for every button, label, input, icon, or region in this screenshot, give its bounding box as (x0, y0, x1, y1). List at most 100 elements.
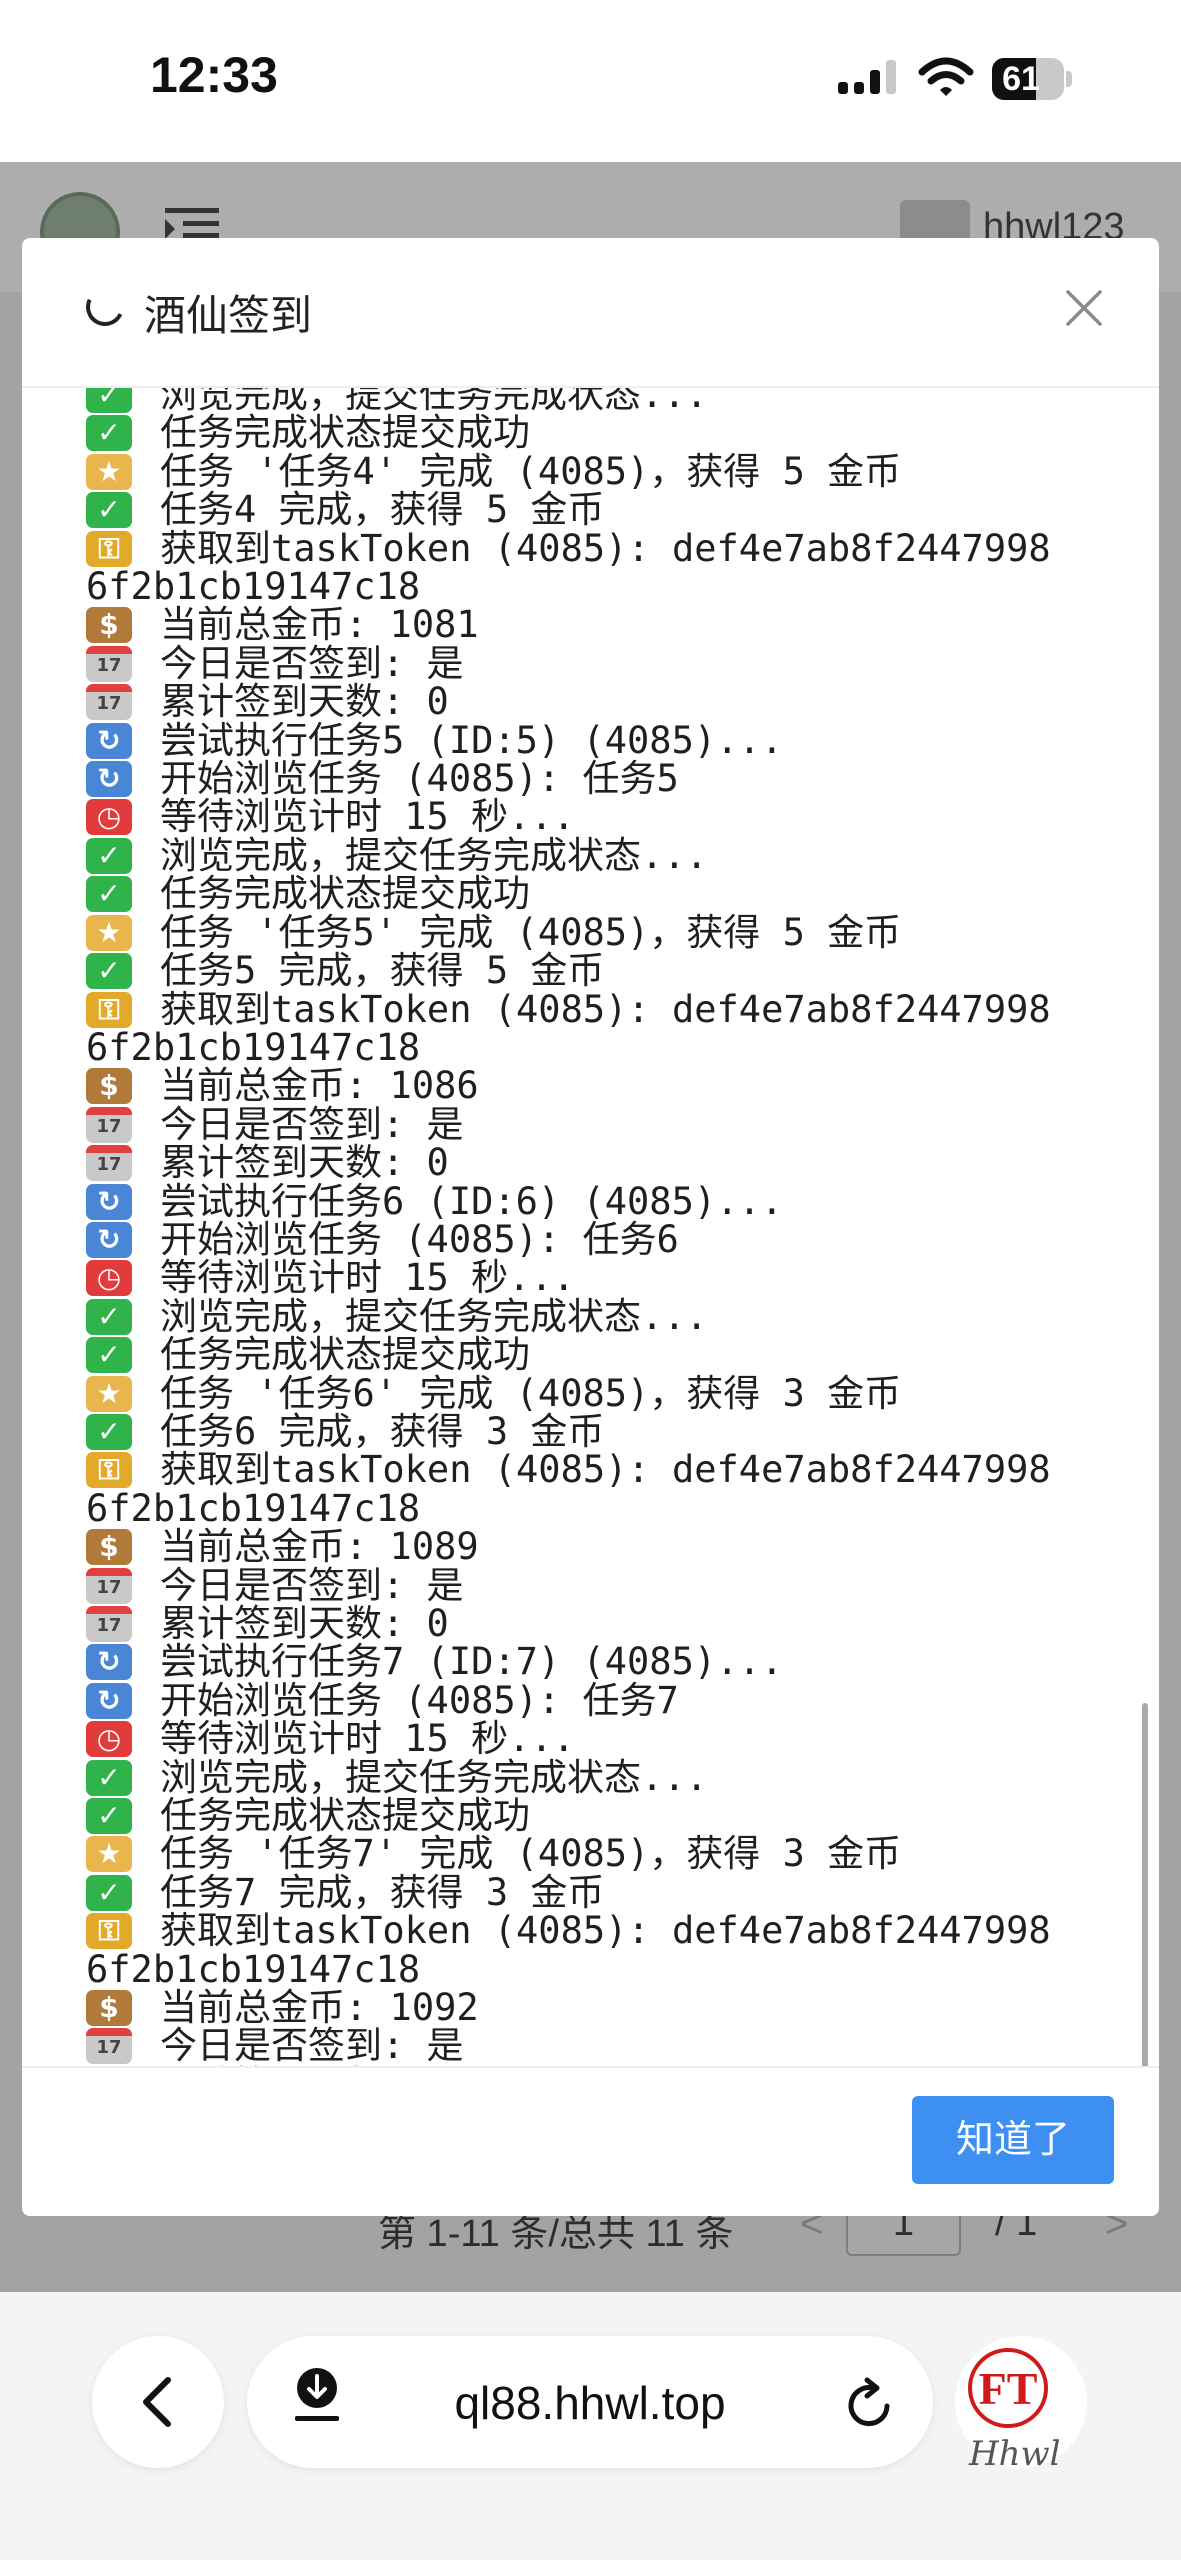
log-line: $ 当前总金币: 1081 (86, 606, 1121, 644)
log-line: 17 累计签到天数: 0 (86, 1602, 1121, 1645)
key-icon: ⚿ (86, 530, 138, 567)
check-icon: ✓ (86, 953, 138, 990)
modal-dialog: 酒仙签到 ✓ 浏览完成，提交任务完成状态... ✓ 任务完成状态提交成功 ★ 任务 '任务… (22, 238, 1159, 2216)
money-bag-icon: $ (86, 1990, 138, 2027)
log-line-text: 尝试执行任务5 (ID:5) (4085)... (160, 718, 783, 762)
log-line-text: 任务5 完成，获得 5 金币 (160, 949, 605, 993)
refresh-icon: ↻ (86, 1644, 138, 1681)
log-line: $ 当前总金币: 1089 (86, 1527, 1121, 1566)
check-icon: ✓ (86, 1759, 138, 1796)
address-bar[interactable]: ql88.hhwl.top (247, 2336, 933, 2468)
log-line: ◷ 等待浏览计时 15 秒... (86, 1259, 1121, 1297)
log-line: ✓ 任务完成状态提交成功 (86, 414, 1121, 452)
log-line: ↻ 开始浏览任务 (4085): 任务6 (86, 1220, 1121, 1259)
log-line-text: 任务 '任务6' 完成 (4085)，获得 3 金币 (160, 1371, 902, 1415)
log-line-text: 获取到taskToken (4085): def4e7ab8f2447998 (160, 1448, 1051, 1492)
log-line: 6f2b1cb19147c18 (86, 565, 1121, 609)
signal-icon (838, 60, 896, 94)
alarm-clock-icon: ◷ (86, 1260, 138, 1297)
log-line: ★ 任务 '任务4' 完成 (4085)，获得 5 金币 (86, 452, 1121, 491)
log-line: ⚿ 获取到taskToken (4085): def4e7ab8f2447998 (86, 1451, 1121, 1489)
log-line: ✓ 任务完成状态提交成功 (86, 1796, 1121, 1835)
spinner-icon (80, 282, 130, 332)
money-bag-icon: $ (86, 1529, 138, 1566)
log-line: ⚿ 获取到taskToken (4085): def4e7ab8f2447998 (86, 529, 1121, 568)
party-icon: ★ (86, 1836, 138, 1873)
log-line-text: 等待浏览计时 15 秒... (160, 1717, 575, 1761)
log-line-text: 任务6 完成，获得 3 金币 (160, 1409, 605, 1453)
log-line: ✓ 任务5 完成，获得 5 金币 (86, 949, 1121, 993)
log-line-text: 浏览完成，提交任务完成状态... (160, 833, 708, 877)
reload-icon[interactable] (843, 2376, 895, 2432)
back-button[interactable] (92, 2336, 224, 2468)
log-line-text: 任务 '任务5' 完成 (4085)，获得 5 金币 (160, 910, 902, 954)
log-line: ↻ 开始浏览任务 (4085): 任务5 (86, 757, 1121, 801)
log-line-text: 6f2b1cb19147c18 (86, 565, 421, 609)
log-line-text: 获取到taskToken (4085): def4e7ab8f2447998 (160, 1909, 1051, 1953)
log-line-text: 今日是否签到: 是 (160, 2024, 464, 2068)
log-line-text: 浏览完成，提交任务完成状态... (160, 1294, 708, 1338)
url-text[interactable]: ql88.hhwl.top (247, 2376, 933, 2430)
party-icon: ★ (86, 914, 138, 951)
calendar-icon: 17 (86, 1145, 138, 1182)
log-line: ✓ 浏览完成，提交任务完成状态... (86, 1294, 1121, 1338)
site-logo: FT (968, 2348, 1048, 2428)
check-icon: ✓ (86, 492, 138, 529)
check-icon: ✓ (86, 415, 138, 452)
log-line: 17 累计签到天数: 0 (86, 1143, 1121, 1182)
log-line: ✓ 浏览完成，提交任务完成状态... (86, 833, 1121, 877)
log-line: ⚿ 获取到taskToken (4085): def4e7ab8f2447998 (86, 987, 1121, 1031)
calendar-icon: 17 (86, 1606, 138, 1642)
ok-button[interactable]: 知道了 (912, 2096, 1114, 2184)
log-line: ★ 任务 '任务6' 完成 (4085)，获得 3 金币 (86, 1371, 1121, 1415)
party-icon: ★ (86, 453, 138, 490)
log-line-text: 获取到taskToken (4085): def4e7ab8f2447998 (160, 987, 1051, 1031)
log-line: ★ 任务 '任务7' 完成 (4085)，获得 3 金币 (86, 1835, 1121, 1873)
log-line: $ 当前总金币: 1086 (86, 1067, 1121, 1105)
site-logo-button[interactable]: FT Hhwl (955, 2336, 1087, 2474)
log-line-text: 开始浏览任务 (4085): 任务7 (160, 1678, 679, 1722)
battery-level: 61 (1002, 60, 1040, 98)
log-line: 17 今日是否签到: 是 (86, 2027, 1121, 2065)
logo-letters: FT (978, 2363, 1038, 2414)
log-line-text: 等待浏览计时 15 秒... (160, 795, 575, 839)
log-line-text: 任务完成状态提交成功 (160, 411, 530, 455)
log-line: $ 当前总金币: 1092 (86, 1986, 1121, 2030)
log-line: ✓ 任务完成状态提交成功 (86, 875, 1121, 913)
log-line-text: 等待浏览计时 15 秒... (160, 1256, 575, 1300)
close-icon[interactable] (1062, 286, 1106, 330)
log-line-text: 累计签到天数: 0 (160, 1602, 449, 1645)
log-line-text: 今日是否签到: 是 (160, 1102, 464, 1146)
chevron-left-icon (143, 2377, 171, 2427)
log-line-text: 任务完成状态提交成功 (160, 1333, 530, 1377)
log-line-text: 6f2b1cb19147c18 (86, 1025, 421, 1069)
log-line: 17 累计签到天数: 0 (86, 683, 1121, 721)
check-icon: ✓ (86, 1413, 138, 1450)
check-icon: ✓ (86, 388, 138, 413)
log-line: ⚿ 获取到taskToken (4085): def4e7ab8f2447998 (86, 1912, 1121, 1950)
log-line-text: 当前总金币: 1086 (160, 1064, 479, 1108)
refresh-icon: ↻ (86, 761, 138, 798)
browser-toolbar: ql88.hhwl.top FT Hhwl (0, 2292, 1181, 2560)
calendar-icon: 17 (86, 1106, 138, 1143)
calendar-icon: 17 (86, 645, 138, 682)
log-line-text: 累计签到天数: 0 (160, 680, 449, 724)
check-icon: ✓ (86, 876, 138, 913)
modal-title: 酒仙签到 (144, 292, 313, 339)
modal-header: 酒仙签到 (22, 238, 1159, 388)
log-line: 17 今日是否签到: 是 (86, 1566, 1121, 1605)
log-line-text: 开始浏览任务 (4085): 任务5 (160, 757, 679, 801)
log-line-text: 浏览完成，提交任务完成状态... (160, 1755, 708, 1799)
log-line: ↻ 开始浏览任务 (4085): 任务7 (86, 1678, 1121, 1722)
log-viewport: ✓ 浏览完成，提交任务完成状态... ✓ 任务完成状态提交成功 ★ 任务 '任务4' 完成… (86, 388, 1121, 2216)
calendar-icon: 17 (86, 684, 138, 721)
log-output[interactable]: ✓ 浏览完成，提交任务完成状态... ✓ 任务完成状态提交成功 ★ 任务 '任务4' 完成… (86, 388, 1146, 2216)
check-icon: ✓ (86, 1298, 138, 1335)
log-line-text: 今日是否签到: 是 (160, 641, 464, 685)
log-line-text: 当前总金币: 1092 (160, 1986, 479, 2030)
key-icon: ⚿ (86, 1913, 138, 1950)
money-bag-icon: $ (86, 1068, 138, 1105)
log-line: ◷ 等待浏览计时 15 秒... (86, 798, 1121, 836)
check-icon: ✓ (86, 837, 138, 874)
status-time: 12:33 (150, 47, 278, 103)
